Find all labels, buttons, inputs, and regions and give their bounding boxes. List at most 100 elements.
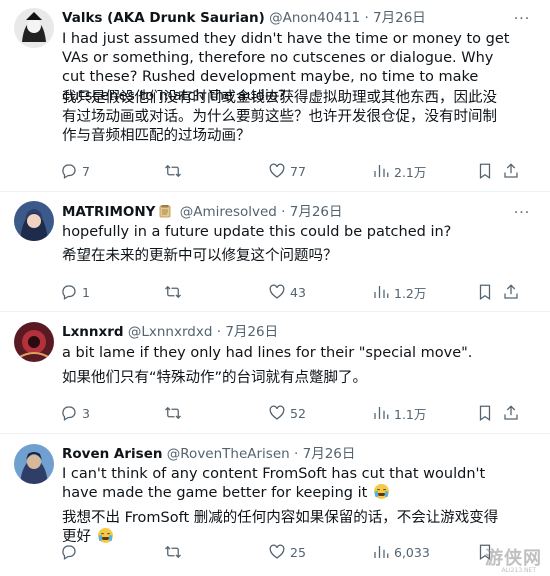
retweet-icon bbox=[165, 164, 181, 178]
view-count: 2.1万 bbox=[394, 164, 427, 180]
views-icon bbox=[374, 165, 389, 177]
post-date[interactable]: 7月26日 bbox=[225, 324, 278, 340]
views-button[interactable]: 6,033 bbox=[372, 541, 430, 563]
post-date[interactable]: 7月26日 bbox=[290, 204, 343, 220]
like-button[interactable]: 52 bbox=[268, 402, 306, 424]
like-button[interactable]: 25 bbox=[268, 541, 306, 563]
more-icon[interactable]: ··· bbox=[512, 12, 532, 32]
display-name[interactable]: Valks (AKA Drunk Saurian) bbox=[62, 10, 265, 26]
avatar[interactable] bbox=[14, 322, 54, 362]
reply-button[interactable]: 1 bbox=[60, 281, 92, 303]
bookmark-button[interactable] bbox=[476, 281, 498, 303]
retweet-button[interactable] bbox=[164, 160, 196, 182]
tweet-translation: 如果他们只有“特殊动作”的台词就有点蹩脚了。 bbox=[62, 370, 368, 386]
display-name[interactable]: MATRIMONY bbox=[62, 204, 155, 220]
tweet-text: a bit lame if they only had lines for th… bbox=[62, 345, 473, 361]
reply-count: 1 bbox=[82, 284, 90, 300]
views-icon bbox=[374, 286, 389, 298]
user-handle[interactable]: @Lxnnxrdxd bbox=[128, 324, 213, 340]
tweet[interactable]: Roven Arisen @RovenTheArisen · 7月26日 I c… bbox=[0, 434, 550, 576]
user-handle[interactable]: @Anon40411 bbox=[269, 10, 360, 26]
tweet-translation: 我只是假设他们没有时间或金钱去获得虚拟助理或其他东西，因此没有过场动画或对话。为… bbox=[62, 90, 497, 144]
views-button[interactable]: 1.2万 bbox=[372, 281, 426, 303]
like-icon bbox=[269, 405, 285, 420]
retweet-icon bbox=[165, 406, 181, 420]
view-count: 6,033 bbox=[394, 544, 430, 560]
bookmark-icon bbox=[479, 163, 491, 179]
tweet-header: Roven Arisen @RovenTheArisen · 7月26日 bbox=[62, 444, 510, 464]
retweet-button[interactable] bbox=[164, 281, 196, 303]
more-icon[interactable]: ··· bbox=[512, 206, 532, 226]
separator-dot: · bbox=[281, 204, 286, 220]
like-count: 77 bbox=[290, 163, 306, 179]
reply-icon bbox=[62, 406, 76, 421]
views-icon bbox=[374, 407, 389, 419]
reply-count: 7 bbox=[82, 163, 90, 179]
notepad-emoji bbox=[158, 204, 172, 218]
reply-count: 3 bbox=[82, 405, 90, 421]
avatar[interactable] bbox=[14, 201, 54, 241]
bookmark-button[interactable] bbox=[476, 160, 498, 182]
like-count: 25 bbox=[290, 544, 306, 560]
like-button[interactable]: 77 bbox=[268, 160, 306, 182]
post-date[interactable]: 7月26日 bbox=[303, 446, 356, 462]
reply-button[interactable]: 3 bbox=[60, 402, 92, 424]
user-handle[interactable]: @Amiresolved bbox=[180, 204, 277, 220]
views-icon bbox=[374, 546, 389, 558]
tweet-text: I can't think of any content FromSoft ha… bbox=[62, 465, 510, 503]
retweet-button[interactable] bbox=[164, 402, 196, 424]
reply-icon bbox=[62, 164, 76, 179]
tweet-translation: 希望在未来的更新中可以修复这个问题吗？ bbox=[62, 248, 338, 264]
tweet-text-content: I can't think of any content FromSoft ha… bbox=[62, 466, 486, 501]
retweet-icon bbox=[165, 285, 181, 299]
post-date[interactable]: 7月26日 bbox=[373, 10, 426, 26]
display-name[interactable]: Roven Arisen bbox=[62, 446, 162, 462]
reply-button[interactable] bbox=[60, 541, 92, 563]
bookmark-icon bbox=[479, 284, 491, 300]
separator-dot: · bbox=[216, 324, 222, 340]
tweet-header: MATRIMONY @Amiresolved · 7月26日 bbox=[62, 202, 510, 222]
tweet[interactable]: Valks (AKA Drunk Saurian) @Anon40411 · 7… bbox=[0, 0, 550, 192]
bookmark-icon bbox=[479, 405, 491, 421]
like-icon bbox=[269, 163, 285, 178]
separator-dot: · bbox=[364, 10, 369, 26]
action-bar: 1 43 1.2万 bbox=[56, 281, 520, 303]
action-bar: 7 77 2.1万 bbox=[56, 160, 520, 182]
crying-face-emoji bbox=[373, 484, 389, 499]
retweet-icon bbox=[165, 545, 181, 559]
tweet-text: hopefully in a future update this could … bbox=[62, 224, 452, 240]
like-icon bbox=[269, 544, 285, 559]
watermark-subtext: ALI213.NET bbox=[501, 567, 536, 574]
avatar[interactable] bbox=[14, 8, 54, 48]
action-bar: 25 6,033 bbox=[56, 541, 520, 563]
bookmark-button[interactable] bbox=[476, 402, 498, 424]
view-count: 1.1万 bbox=[394, 406, 427, 422]
tweet[interactable]: MATRIMONY @Amiresolved · 7月26日 ··· hopef… bbox=[0, 192, 550, 312]
like-icon bbox=[269, 284, 285, 299]
user-handle[interactable]: @RovenTheArisen bbox=[167, 446, 290, 462]
reply-button[interactable]: 7 bbox=[60, 160, 92, 182]
like-count: 43 bbox=[290, 284, 306, 300]
reply-icon bbox=[62, 285, 76, 300]
tweet[interactable]: Lxnnxrd @Lxnnxrdxd · 7月26日 a bit lame if… bbox=[0, 312, 550, 434]
share-icon bbox=[504, 405, 518, 420]
share-icon bbox=[504, 284, 518, 299]
share-button[interactable] bbox=[502, 281, 524, 303]
avatar[interactable] bbox=[14, 444, 54, 484]
tweet-header: Lxnnxrd @Lxnnxrdxd · 7月26日 bbox=[62, 322, 510, 342]
like-count: 52 bbox=[290, 405, 306, 421]
reply-icon bbox=[62, 545, 76, 560]
views-button[interactable]: 1.1万 bbox=[372, 402, 426, 424]
retweet-button[interactable] bbox=[164, 541, 196, 563]
share-button[interactable] bbox=[502, 160, 524, 182]
view-count: 1.2万 bbox=[394, 285, 427, 301]
tweet-header: Valks (AKA Drunk Saurian) @Anon40411 · 7… bbox=[62, 8, 510, 28]
like-button[interactable]: 43 bbox=[268, 281, 306, 303]
share-icon bbox=[504, 163, 518, 178]
tweet-translation-content: 我想不出 FromSoft 删减的任何内容如果保留的话，不会让游戏变得更好 bbox=[62, 510, 499, 545]
display-name[interactable]: Lxnnxrd bbox=[62, 324, 124, 340]
views-button[interactable]: 2.1万 bbox=[372, 160, 426, 182]
action-bar: 3 52 1.1万 bbox=[56, 402, 520, 424]
separator-dot: · bbox=[294, 446, 299, 462]
share-button[interactable] bbox=[502, 402, 524, 424]
